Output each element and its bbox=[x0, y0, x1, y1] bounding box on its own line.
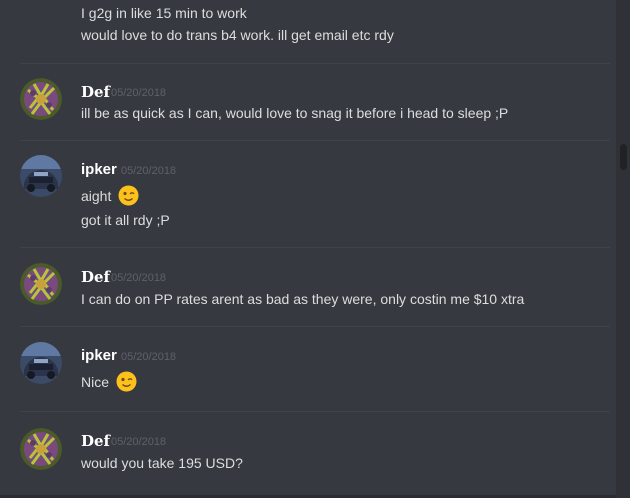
timestamp: 05/20/2018 bbox=[111, 87, 167, 99]
message-divider bbox=[20, 247, 610, 248]
def-avatar bbox=[20, 428, 62, 470]
username[interactable]: Def bbox=[81, 268, 110, 286]
username[interactable]: ipker bbox=[81, 347, 117, 365]
scrollbar-thumb[interactable] bbox=[620, 144, 627, 170]
user-avatar-def[interactable] bbox=[20, 263, 62, 305]
message-divider bbox=[20, 63, 610, 64]
user-avatar-def[interactable] bbox=[20, 428, 62, 470]
message-text: would you take 195 USD? bbox=[81, 455, 243, 471]
message-divider bbox=[20, 140, 610, 141]
message-text: I can do on PP rates arent as bad as the… bbox=[81, 291, 525, 307]
message-text: aight bbox=[81, 185, 139, 206]
message-divider bbox=[20, 411, 610, 412]
username[interactable]: ipker bbox=[81, 161, 117, 179]
username[interactable]: Def bbox=[81, 432, 110, 450]
user-avatar-ipker[interactable] bbox=[20, 155, 62, 197]
message-divider bbox=[20, 326, 610, 327]
def-avatar bbox=[20, 263, 62, 305]
def-avatar bbox=[20, 78, 62, 120]
message-text: would love to do trans b4 work. ill get … bbox=[81, 27, 394, 43]
scrollbar-track[interactable] bbox=[616, 0, 630, 498]
winking-face-icon bbox=[116, 371, 137, 392]
chat-messages: I g2g in like 15 min to work would love … bbox=[0, 0, 616, 498]
username[interactable]: Def bbox=[81, 83, 110, 101]
ipker-avatar bbox=[20, 155, 62, 197]
message-text-content: aight bbox=[81, 188, 112, 204]
message-text: Nice bbox=[81, 371, 137, 392]
timestamp: 05/20/2018 bbox=[121, 165, 177, 177]
winking-face-icon bbox=[118, 185, 139, 206]
message-text: got it all rdy ;P bbox=[81, 212, 170, 228]
user-avatar-def[interactable] bbox=[20, 78, 62, 120]
ipker-avatar bbox=[20, 342, 62, 384]
timestamp: 05/20/2018 bbox=[111, 272, 167, 284]
timestamp: 05/20/2018 bbox=[121, 351, 177, 363]
timestamp: 05/20/2018 bbox=[111, 436, 167, 448]
message-text-content: Nice bbox=[81, 374, 110, 390]
user-avatar-ipker[interactable] bbox=[20, 342, 62, 384]
message-text: I g2g in like 15 min to work bbox=[81, 5, 247, 21]
message-text: ill be as quick as I can, would love to … bbox=[81, 105, 509, 121]
